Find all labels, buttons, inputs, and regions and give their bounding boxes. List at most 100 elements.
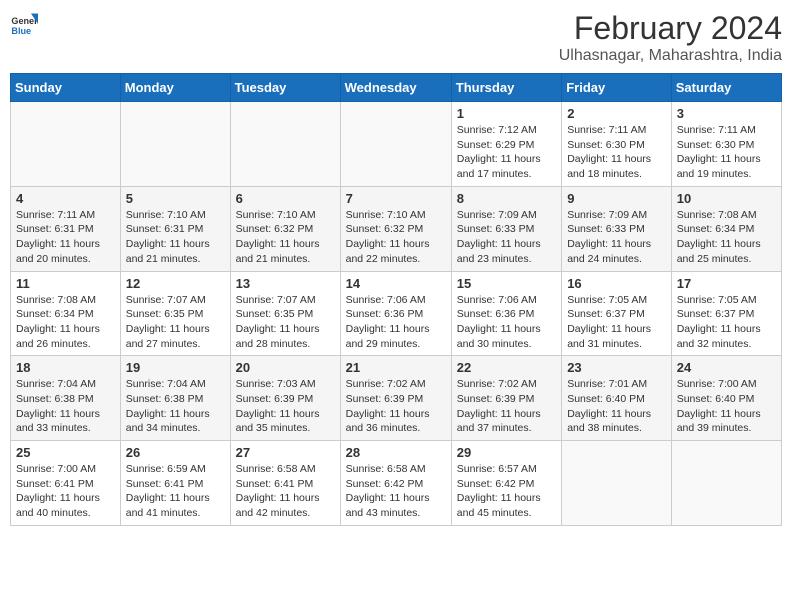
table-row: 21 Sunrise: 7:02 AM Sunset: 6:39 PM Dayli… — [340, 356, 451, 441]
table-row: 12Sunrise: 7:07 AM Sunset: 6:35 PM Dayli… — [120, 271, 230, 356]
day-info: Sunrise: 7:11 AM Sunset: 6:30 PM Dayligh… — [567, 123, 666, 182]
table-row: 20 Sunrise: 7:03 AM Sunset: 6:39 PM Dayli… — [230, 356, 340, 441]
day-number: 11 — [16, 276, 115, 291]
day-info: Sunrise: 7:02 AM Sunset: 6:39 PM Dayligh… — [346, 377, 446, 436]
page-header: General Blue February 2024 Ulhasnagar, M… — [10, 10, 782, 65]
table-row: 17 Sunrise: 7:05 AM Sunset: 6:37 PM Dayli… — [671, 271, 781, 356]
day-info: Sunrise: 7:07 AM Sunset: 6:35 PM Dayligh… — [126, 293, 225, 352]
day-info: Sunrise: 6:57 AM Sunset: 6:42 PM Dayligh… — [457, 462, 556, 521]
day-number: 24 — [677, 360, 776, 375]
table-row: 9 Sunrise: 7:09 AM Sunset: 6:33 PM Daylig… — [562, 186, 672, 271]
svg-text:Blue: Blue — [11, 26, 31, 36]
calendar-table: Sunday Monday Tuesday Wednesday Thursday… — [10, 73, 782, 526]
col-thursday: Thursday — [451, 74, 561, 102]
day-info: Sunrise: 6:58 AM Sunset: 6:41 PM Dayligh… — [236, 462, 335, 521]
day-number: 3 — [677, 106, 776, 121]
table-row: 6 Sunrise: 7:10 AM Sunset: 6:32 PM Daylig… — [230, 186, 340, 271]
day-info: Sunrise: 7:01 AM Sunset: 6:40 PM Dayligh… — [567, 377, 666, 436]
day-number: 9 — [567, 191, 666, 206]
day-info: Sunrise: 7:11 AM Sunset: 6:30 PM Dayligh… — [677, 123, 776, 182]
table-row: 22 Sunrise: 7:02 AM Sunset: 6:39 PM Dayli… — [451, 356, 561, 441]
day-info: Sunrise: 7:04 AM Sunset: 6:38 PM Dayligh… — [126, 377, 225, 436]
table-row — [120, 102, 230, 187]
calendar-week-row: 4 Sunrise: 7:11 AM Sunset: 6:31 PM Daylig… — [11, 186, 782, 271]
day-info: Sunrise: 7:02 AM Sunset: 6:39 PM Dayligh… — [457, 377, 556, 436]
day-number: 20 — [236, 360, 335, 375]
day-number: 23 — [567, 360, 666, 375]
day-number: 6 — [236, 191, 335, 206]
day-info: Sunrise: 7:09 AM Sunset: 6:33 PM Dayligh… — [457, 208, 556, 267]
day-info: Sunrise: 7:00 AM Sunset: 6:41 PM Dayligh… — [16, 462, 115, 521]
day-info: Sunrise: 7:10 AM Sunset: 6:32 PM Dayligh… — [236, 208, 335, 267]
table-row: 15 Sunrise: 7:06 AM Sunset: 6:36 PM Dayli… — [451, 271, 561, 356]
day-info: Sunrise: 7:06 AM Sunset: 6:36 PM Dayligh… — [346, 293, 446, 352]
day-number: 2 — [567, 106, 666, 121]
day-number: 19 — [126, 360, 225, 375]
day-info: Sunrise: 7:09 AM Sunset: 6:33 PM Dayligh… — [567, 208, 666, 267]
table-row: 29Sunrise: 6:57 AM Sunset: 6:42 PM Dayli… — [451, 441, 561, 526]
table-row: 3 Sunrise: 7:11 AM Sunset: 6:30 PM Daylig… — [671, 102, 781, 187]
calendar-week-row: 25Sunrise: 7:00 AM Sunset: 6:41 PM Dayli… — [11, 441, 782, 526]
day-info: Sunrise: 7:08 AM Sunset: 6:34 PM Dayligh… — [16, 293, 115, 352]
calendar-week-row: 11 Sunrise: 7:08 AM Sunset: 6:34 PM Dayli… — [11, 271, 782, 356]
day-info: Sunrise: 7:00 AM Sunset: 6:40 PM Dayligh… — [677, 377, 776, 436]
table-row: 26 Sunrise: 6:59 AM Sunset: 6:41 PM Dayli… — [120, 441, 230, 526]
day-info: Sunrise: 7:07 AM Sunset: 6:35 PM Dayligh… — [236, 293, 335, 352]
day-number: 21 — [346, 360, 446, 375]
col-saturday: Saturday — [671, 74, 781, 102]
day-number: 22 — [457, 360, 556, 375]
calendar-week-row: 1 Sunrise: 7:12 AM Sunset: 6:29 PM Daylig… — [11, 102, 782, 187]
day-number: 26 — [126, 445, 225, 460]
day-number: 5 — [126, 191, 225, 206]
table-row: 28 Sunrise: 6:58 AM Sunset: 6:42 PM Dayli… — [340, 441, 451, 526]
day-number: 15 — [457, 276, 556, 291]
calendar-location: Ulhasnagar, Maharashtra, India — [559, 47, 782, 65]
day-number: 28 — [346, 445, 446, 460]
day-number: 7 — [346, 191, 446, 206]
table-row: 24 Sunrise: 7:00 AM Sunset: 6:40 PM Dayli… — [671, 356, 781, 441]
day-info: Sunrise: 7:05 AM Sunset: 6:37 PM Dayligh… — [567, 293, 666, 352]
table-row: 4 Sunrise: 7:11 AM Sunset: 6:31 PM Daylig… — [11, 186, 121, 271]
day-number: 14 — [346, 276, 446, 291]
table-row — [562, 441, 672, 526]
logo-icon: General Blue — [10, 10, 38, 38]
table-row: 23 Sunrise: 7:01 AM Sunset: 6:40 PM Dayli… — [562, 356, 672, 441]
table-row: 13Sunrise: 7:07 AM Sunset: 6:35 PM Dayli… — [230, 271, 340, 356]
day-info: Sunrise: 7:03 AM Sunset: 6:39 PM Dayligh… — [236, 377, 335, 436]
day-info: Sunrise: 6:59 AM Sunset: 6:41 PM Dayligh… — [126, 462, 225, 521]
table-row: 7 Sunrise: 7:10 AM Sunset: 6:32 PM Daylig… — [340, 186, 451, 271]
day-info: Sunrise: 7:10 AM Sunset: 6:32 PM Dayligh… — [346, 208, 446, 267]
table-row — [11, 102, 121, 187]
table-row: 2 Sunrise: 7:11 AM Sunset: 6:30 PM Daylig… — [562, 102, 672, 187]
day-info: Sunrise: 6:58 AM Sunset: 6:42 PM Dayligh… — [346, 462, 446, 521]
day-number: 17 — [677, 276, 776, 291]
day-info: Sunrise: 7:05 AM Sunset: 6:37 PM Dayligh… — [677, 293, 776, 352]
day-info: Sunrise: 7:04 AM Sunset: 6:38 PM Dayligh… — [16, 377, 115, 436]
table-row: 27Sunrise: 6:58 AM Sunset: 6:41 PM Dayli… — [230, 441, 340, 526]
calendar-title-area: February 2024 Ulhasnagar, Maharashtra, I… — [559, 10, 782, 65]
table-row — [671, 441, 781, 526]
col-tuesday: Tuesday — [230, 74, 340, 102]
calendar-header-row: Sunday Monday Tuesday Wednesday Thursday… — [11, 74, 782, 102]
day-info: Sunrise: 7:12 AM Sunset: 6:29 PM Dayligh… — [457, 123, 556, 182]
day-info: Sunrise: 7:11 AM Sunset: 6:31 PM Dayligh… — [16, 208, 115, 267]
day-info: Sunrise: 7:08 AM Sunset: 6:34 PM Dayligh… — [677, 208, 776, 267]
col-sunday: Sunday — [11, 74, 121, 102]
day-number: 4 — [16, 191, 115, 206]
col-friday: Friday — [562, 74, 672, 102]
table-row: 8Sunrise: 7:09 AM Sunset: 6:33 PM Daylig… — [451, 186, 561, 271]
day-number: 10 — [677, 191, 776, 206]
day-number: 18 — [16, 360, 115, 375]
day-number: 1 — [457, 106, 556, 121]
day-number: 16 — [567, 276, 666, 291]
table-row: 16 Sunrise: 7:05 AM Sunset: 6:37 PM Dayli… — [562, 271, 672, 356]
table-row: 19 Sunrise: 7:04 AM Sunset: 6:38 PM Dayli… — [120, 356, 230, 441]
calendar-week-row: 18 Sunrise: 7:04 AM Sunset: 6:38 PM Dayli… — [11, 356, 782, 441]
table-row: 11 Sunrise: 7:08 AM Sunset: 6:34 PM Dayli… — [11, 271, 121, 356]
col-monday: Monday — [120, 74, 230, 102]
day-info: Sunrise: 7:10 AM Sunset: 6:31 PM Dayligh… — [126, 208, 225, 267]
table-row: 25Sunrise: 7:00 AM Sunset: 6:41 PM Dayli… — [11, 441, 121, 526]
table-row — [340, 102, 451, 187]
day-info: Sunrise: 7:06 AM Sunset: 6:36 PM Dayligh… — [457, 293, 556, 352]
table-row — [230, 102, 340, 187]
